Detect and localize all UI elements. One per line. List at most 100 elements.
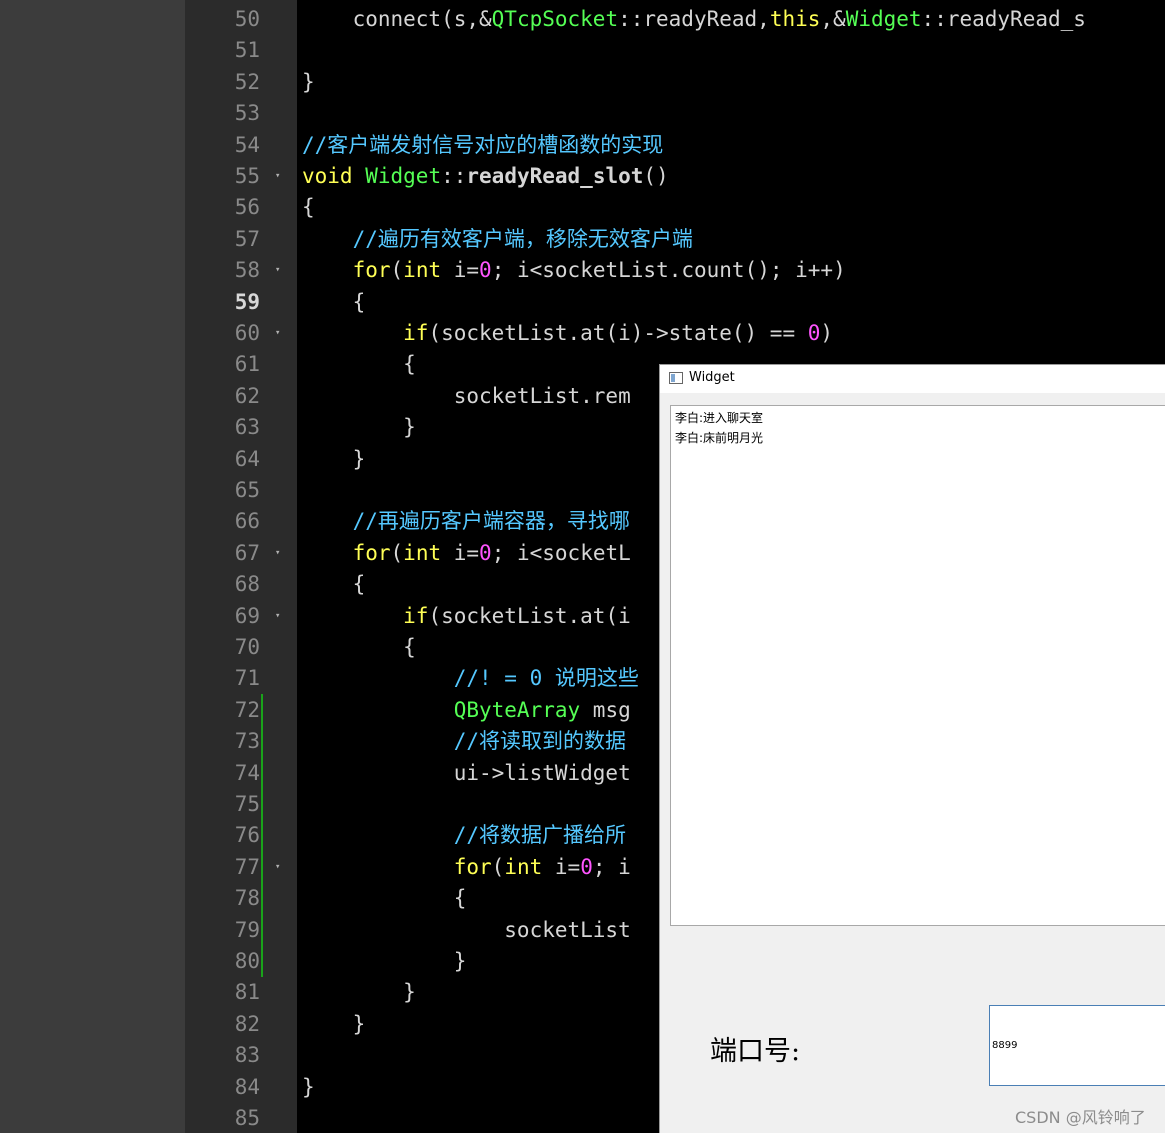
window-title: Widget bbox=[689, 370, 735, 385]
code-token: //遍历有效客户端，移除无效客户端 bbox=[302, 226, 693, 251]
code-token: } bbox=[302, 415, 416, 440]
code-line[interactable]: { bbox=[302, 194, 315, 220]
line-number: 78 bbox=[234, 886, 260, 911]
line-number: 68 bbox=[234, 572, 260, 597]
code-token: ; i<socketL bbox=[491, 540, 631, 565]
line-number: 77 bbox=[234, 854, 260, 879]
code-token: int bbox=[504, 854, 543, 879]
code-line[interactable]: } bbox=[302, 414, 416, 440]
line-number: 83 bbox=[234, 1043, 260, 1068]
code-token: QTcpSocket bbox=[491, 7, 619, 31]
code-token: Widget bbox=[845, 7, 922, 31]
line-number: 58 bbox=[234, 258, 260, 283]
code-token: //! = 0 说明这些 bbox=[302, 666, 639, 691]
code-line[interactable]: socketList bbox=[302, 917, 630, 943]
code-line[interactable]: for(int i=0; i<socketList.count(); i++) bbox=[302, 257, 846, 283]
line-number: 72 bbox=[234, 697, 260, 722]
line-number: 61 bbox=[234, 352, 260, 377]
window-titlebar[interactable]: Widget bbox=[660, 365, 1165, 393]
code-token: //再遍历客户端容器，寻找哪 bbox=[302, 509, 630, 534]
code-token: } bbox=[302, 949, 467, 973]
change-marker bbox=[261, 693, 263, 726]
code-line[interactable]: //遍历有效客户端，移除无效客户端 bbox=[302, 226, 693, 252]
code-line[interactable]: if(socketList.at(i bbox=[302, 603, 631, 629]
code-token: socketList.rem bbox=[302, 383, 631, 408]
fold-toggle-icon[interactable]: ▾ bbox=[275, 321, 285, 345]
change-marker bbox=[261, 882, 263, 915]
fold-toggle-icon[interactable]: ▾ bbox=[275, 855, 285, 879]
code-token: for bbox=[302, 258, 391, 283]
widget-window[interactable]: Widget 李白:进入聊天室 李白:床前明月光 端口号: bbox=[659, 364, 1165, 1133]
code-line[interactable]: if(socketList.at(i)->state() == 0) bbox=[302, 320, 833, 346]
line-number: 69 bbox=[234, 603, 260, 628]
watermark-text: CSDN @风铃响了 bbox=[1015, 1108, 1146, 1127]
change-marker bbox=[261, 819, 263, 852]
code-token: ( bbox=[390, 258, 404, 283]
code-line[interactable]: } bbox=[302, 1074, 315, 1100]
code-line[interactable]: { bbox=[302, 571, 366, 597]
code-token: for bbox=[302, 854, 492, 879]
code-line[interactable]: } bbox=[302, 979, 416, 1005]
line-number: 65 bbox=[234, 478, 260, 502]
line-number: 80 bbox=[234, 949, 260, 973]
code-line[interactable]: //再遍历客户端容器，寻找哪 bbox=[302, 508, 630, 534]
code-line[interactable]: //将数据广播给所 bbox=[302, 822, 626, 848]
code-line[interactable]: //将读取到的数据 bbox=[302, 728, 626, 754]
code-token: } bbox=[302, 1011, 366, 1036]
code-line[interactable]: void Widget::readyRead_slot() bbox=[302, 163, 669, 189]
change-marker bbox=[261, 850, 263, 883]
fold-toggle-icon[interactable]: ▾ bbox=[275, 541, 285, 565]
line-number: 67 bbox=[234, 540, 260, 565]
fold-toggle-icon[interactable]: ▾ bbox=[275, 164, 285, 188]
code-token: for bbox=[302, 540, 391, 565]
line-number: 75 bbox=[234, 792, 260, 816]
code-token: if bbox=[302, 603, 429, 628]
line-number: 57 bbox=[234, 226, 260, 251]
list-item[interactable]: 李白:进入聊天室 bbox=[675, 408, 1162, 428]
line-number: 84 bbox=[234, 1074, 260, 1099]
fold-toggle-icon[interactable]: ▾ bbox=[275, 258, 285, 282]
line-number: 79 bbox=[234, 917, 260, 942]
line-number: 74 bbox=[234, 760, 260, 785]
code-token: ( bbox=[491, 854, 505, 879]
code-line[interactable]: socketList.rem bbox=[302, 383, 631, 409]
code-token: i= bbox=[441, 540, 480, 565]
code-line[interactable]: { bbox=[302, 634, 416, 660]
code-line[interactable]: } bbox=[302, 69, 315, 95]
code-line[interactable]: //! = 0 说明这些 bbox=[302, 665, 639, 691]
code-line[interactable]: for(int i=0; i<socketL bbox=[302, 540, 631, 566]
code-token: msg bbox=[580, 697, 631, 722]
line-number: 82 bbox=[234, 1011, 260, 1036]
code-line[interactable]: } bbox=[302, 948, 467, 974]
code-line[interactable]: } bbox=[302, 446, 366, 472]
code-line[interactable]: { bbox=[302, 289, 366, 315]
code-line[interactable]: QByteArray msg bbox=[302, 697, 631, 723]
code-token: Widget bbox=[365, 164, 442, 188]
code-token: } bbox=[302, 69, 315, 94]
change-marker bbox=[261, 788, 263, 820]
code-token: i= bbox=[542, 854, 581, 879]
code-token: { bbox=[302, 572, 366, 597]
code-line[interactable]: for(int i=0; i bbox=[302, 854, 631, 880]
line-number: 51 bbox=[234, 38, 260, 63]
code-token: ::readyRead_s bbox=[921, 7, 1086, 31]
code-token: ui->listWidget bbox=[302, 760, 631, 785]
line-number: 54 bbox=[234, 132, 260, 157]
list-item[interactable]: 李白:床前明月光 bbox=[675, 428, 1162, 448]
code-line[interactable]: connect(s,&QTcpSocket::readyRead,this,&W… bbox=[302, 6, 1086, 32]
code-line[interactable]: ui->listWidget bbox=[302, 760, 631, 786]
code-line[interactable]: { bbox=[302, 885, 467, 911]
code-line[interactable]: } bbox=[302, 1011, 366, 1037]
code-line[interactable]: { bbox=[302, 351, 416, 377]
message-list[interactable]: 李白:进入聊天室 李白:床前明月光 bbox=[670, 405, 1165, 926]
code-token: connect(s,& bbox=[302, 7, 492, 31]
code-token: ) bbox=[820, 321, 834, 345]
code-token: int bbox=[403, 540, 442, 565]
code-line[interactable]: //客户端发射信号对应的槽函数的实现 bbox=[302, 132, 663, 158]
line-number: 64 bbox=[234, 446, 260, 471]
port-input[interactable] bbox=[989, 1005, 1165, 1086]
line-number: 81 bbox=[234, 980, 260, 1005]
fold-toggle-icon[interactable]: ▾ bbox=[275, 604, 285, 628]
side-panel bbox=[0, 0, 185, 1133]
